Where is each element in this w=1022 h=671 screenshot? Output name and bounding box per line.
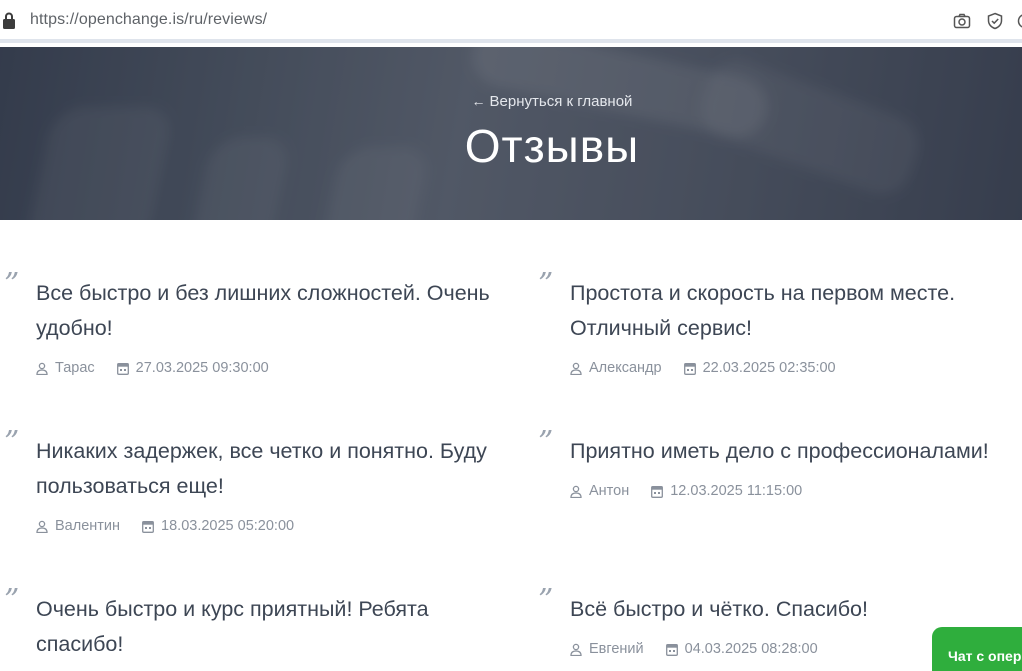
lock-icon <box>3 12 15 29</box>
calendar-icon <box>683 362 696 375</box>
review-item: ” Приятно иметь дело с профессионалами! … <box>538 428 1020 500</box>
quote-icon: ” <box>4 267 20 302</box>
review-meta: Тарас 27.03.2025 09:30:00 <box>36 360 516 376</box>
quote-icon: ” <box>4 425 20 460</box>
user-icon <box>570 485 582 498</box>
review-text: Никаких задержек, все четко и понятно. Б… <box>36 439 487 498</box>
browser-address-bar: https://openchange.is/ru/reviews/ <box>0 0 1022 43</box>
shield-check-icon[interactable] <box>986 12 1004 30</box>
review-date: 18.03.2025 05:20:00 <box>161 518 295 534</box>
user-icon <box>570 362 582 375</box>
back-link-label: Вернуться к главной <box>489 93 633 110</box>
quote-icon: ” <box>538 267 554 302</box>
review-author: Евгений <box>589 641 644 657</box>
quote-icon: ” <box>4 583 20 618</box>
review-text: Приятно иметь дело с профессионалами! <box>570 439 989 463</box>
review-meta: Валентин 18.03.2025 05:20:00 <box>36 518 516 534</box>
url-path: /ru/reviews/ <box>184 11 268 28</box>
review-item: ” Очень быстро и курс приятный! Ребята с… <box>4 586 516 662</box>
arrow-left-icon: ← <box>471 93 486 109</box>
review-date: 12.03.2025 11:15:00 <box>670 483 803 499</box>
calendar-icon <box>665 643 678 656</box>
chat-button-label: Чат с опер <box>948 648 1022 664</box>
camera-icon[interactable] <box>953 12 971 30</box>
page-title: Отзывы <box>464 120 640 172</box>
back-to-home-link[interactable]: ← Вернуться к главной <box>0 93 1022 110</box>
review-item: ” Никаких задержек, все четко и понятно.… <box>4 428 516 535</box>
url-field[interactable]: https://openchange.is/ru/reviews/ <box>30 11 267 29</box>
quote-icon: ” <box>538 425 554 460</box>
review-author: Антон <box>589 483 630 499</box>
review-item: ” Простота и скорость на первом месте. О… <box>538 270 1022 377</box>
review-author: Александр <box>589 360 662 376</box>
quote-icon: ” <box>538 583 554 618</box>
review-text: Очень быстро и курс приятный! Ребята спа… <box>36 597 429 656</box>
review-text: Всё быстро и чётко. Спасибо! <box>570 597 868 621</box>
calendar-icon <box>651 485 664 498</box>
review-date: 27.03.2025 09:30:00 <box>135 360 269 376</box>
user-icon <box>36 520 48 533</box>
user-icon <box>36 362 48 375</box>
review-item: ” Все быстро и без лишних сложностей. Оч… <box>4 270 516 377</box>
calendar-icon <box>116 362 129 375</box>
url-host: https://openchange.is <box>30 11 185 28</box>
chat-with-operator-button[interactable]: Чат с опер <box>932 627 1022 671</box>
toolbar-divider <box>0 39 1022 43</box>
review-text: Простота и скорость на первом месте. Отл… <box>570 281 956 340</box>
review-meta: Антон 12.03.2025 11:15:00 <box>570 483 1020 499</box>
user-icon <box>570 643 582 656</box>
review-author: Тарас <box>55 360 95 376</box>
review-author: Валентин <box>55 518 121 534</box>
review-date: 04.03.2025 08:28:00 <box>684 641 818 657</box>
calendar-icon <box>142 520 154 533</box>
hero-banner: ← Вернуться к главной Отзывы <box>0 47 1022 220</box>
review-meta: Александр 22.03.2025 02:35:00 <box>570 360 1022 376</box>
extension-icon[interactable] <box>1016 12 1022 30</box>
review-date: 22.03.2025 02:35:00 <box>702 360 836 376</box>
review-text: Все быстро и без лишних сложностей. Очен… <box>36 281 490 340</box>
